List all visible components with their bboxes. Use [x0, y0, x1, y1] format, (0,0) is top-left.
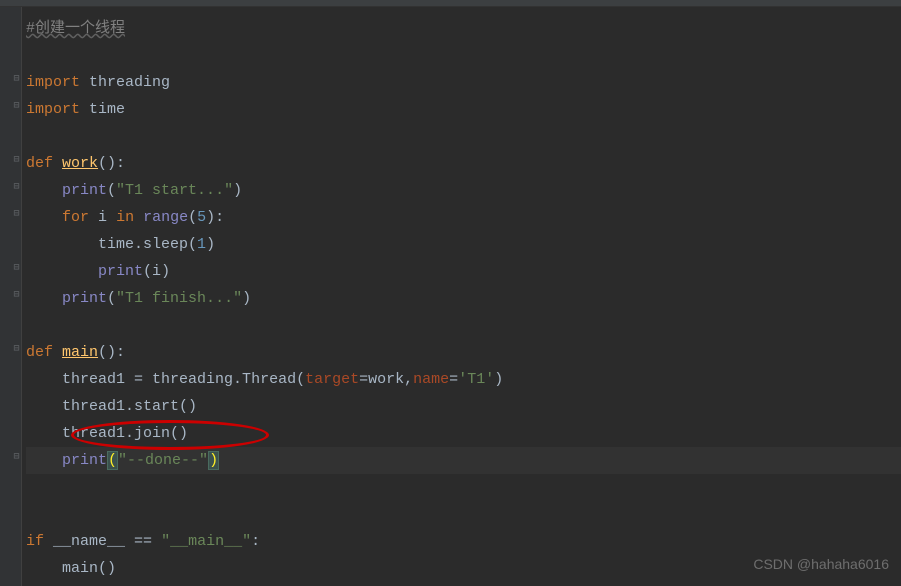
string: "T1 start..." [116, 182, 233, 199]
code-line[interactable]: #创建一个线程 [26, 15, 901, 42]
fold-marker[interactable]: ⊟ [12, 156, 21, 165]
builtin: print [62, 452, 107, 469]
keyword: def [26, 155, 53, 172]
punct: ) [206, 236, 215, 253]
ident: i [152, 263, 161, 280]
code-line[interactable]: thread1.join() [26, 420, 901, 447]
comment-text: #创建一个线程 [26, 20, 125, 37]
ident: main [62, 560, 98, 577]
fold-marker[interactable]: ⊟ [12, 345, 21, 354]
punct: () [98, 560, 116, 577]
builtin: range [143, 209, 188, 226]
punct: ( [107, 182, 116, 199]
punct: ( [188, 209, 197, 226]
code-line[interactable]: print("T1 finish...") [26, 285, 901, 312]
string: "--done--" [118, 452, 208, 469]
builtin: print [62, 182, 107, 199]
punct: ) [161, 263, 170, 280]
tab-bar [0, 0, 901, 7]
punct: (): [98, 344, 125, 361]
code-line[interactable]: thread1 = threading.Thread(target=work,n… [26, 366, 901, 393]
module-name: time [89, 101, 125, 118]
func-name: main [62, 344, 98, 361]
punct: = [359, 371, 368, 388]
code-line[interactable] [26, 501, 901, 528]
code-area[interactable]: #创建一个线程 import threading import time def… [22, 7, 901, 586]
ident: threading.Thread [152, 371, 296, 388]
punct: (): [98, 155, 125, 172]
punct: = [125, 371, 152, 388]
ident: i [98, 209, 107, 226]
param: name [413, 371, 449, 388]
fold-marker[interactable]: ⊟ [12, 453, 21, 462]
punct: = [449, 371, 458, 388]
code-line[interactable]: import threading [26, 69, 901, 96]
ident: work [368, 371, 404, 388]
number: 1 [197, 236, 206, 253]
code-line[interactable]: for i in range(5): [26, 204, 901, 231]
code-line[interactable] [26, 312, 901, 339]
fold-marker[interactable]: ⊟ [12, 264, 21, 273]
punct: ( [143, 263, 152, 280]
code-line[interactable]: thread1.start() [26, 393, 901, 420]
code-line[interactable]: time.sleep(1) [26, 231, 901, 258]
punct: ( [188, 236, 197, 253]
string: 'T1' [458, 371, 494, 388]
ident: thread1 [62, 398, 125, 415]
punct: ) [206, 209, 215, 226]
paren-match: ) [208, 451, 219, 470]
keyword: if [26, 533, 44, 550]
param: target [305, 371, 359, 388]
punct: ) [233, 182, 242, 199]
punct: ) [494, 371, 503, 388]
punct: : [251, 533, 260, 550]
ident: thread1 [62, 425, 125, 442]
ident: thread1 [62, 371, 125, 388]
func-name: work [62, 155, 98, 172]
code-line[interactable]: print(i) [26, 258, 901, 285]
fold-marker[interactable]: ⊟ [12, 75, 21, 84]
ident: .start() [125, 398, 197, 415]
code-line[interactable]: def work(): [26, 150, 901, 177]
keyword: def [26, 344, 53, 361]
punct: == [125, 533, 161, 550]
keyword: import [26, 74, 80, 91]
string: "__main__" [161, 533, 251, 550]
keyword: in [116, 209, 134, 226]
fold-marker[interactable]: ⊟ [12, 183, 21, 192]
string: "T1 finish..." [116, 290, 242, 307]
code-line[interactable]: def main(): [26, 339, 901, 366]
punct: ) [242, 290, 251, 307]
keyword: import [26, 101, 80, 118]
code-line[interactable] [26, 42, 901, 69]
code-line[interactable]: import time [26, 96, 901, 123]
keyword: for [62, 209, 89, 226]
code-line[interactable] [26, 474, 901, 501]
ident: .join() [125, 425, 188, 442]
fold-marker[interactable]: ⊟ [12, 210, 21, 219]
ident: __name__ [53, 533, 125, 550]
fold-marker[interactable]: ⊟ [12, 291, 21, 300]
watermark: CSDN @hahaha6016 [753, 551, 889, 578]
ident: time.sleep [98, 236, 188, 253]
punct: ( [296, 371, 305, 388]
paren-match: ( [107, 451, 118, 470]
code-line-current[interactable]: print("--done--") [26, 447, 901, 474]
editor-container: ⊟ ⊟ ⊟ ⊟ ⊟ ⊟ ⊟ ⊟ ⊟ #创建一个线程 import threadi… [0, 7, 901, 586]
punct: ( [107, 290, 116, 307]
builtin: print [98, 263, 143, 280]
gutter: ⊟ ⊟ ⊟ ⊟ ⊟ ⊟ ⊟ ⊟ ⊟ [0, 7, 22, 586]
punct: , [404, 371, 413, 388]
code-line[interactable]: print("T1 start...") [26, 177, 901, 204]
code-line[interactable] [26, 123, 901, 150]
punct: : [215, 209, 224, 226]
fold-marker[interactable]: ⊟ [12, 102, 21, 111]
number: 5 [197, 209, 206, 226]
module-name: threading [89, 74, 170, 91]
builtin: print [62, 290, 107, 307]
